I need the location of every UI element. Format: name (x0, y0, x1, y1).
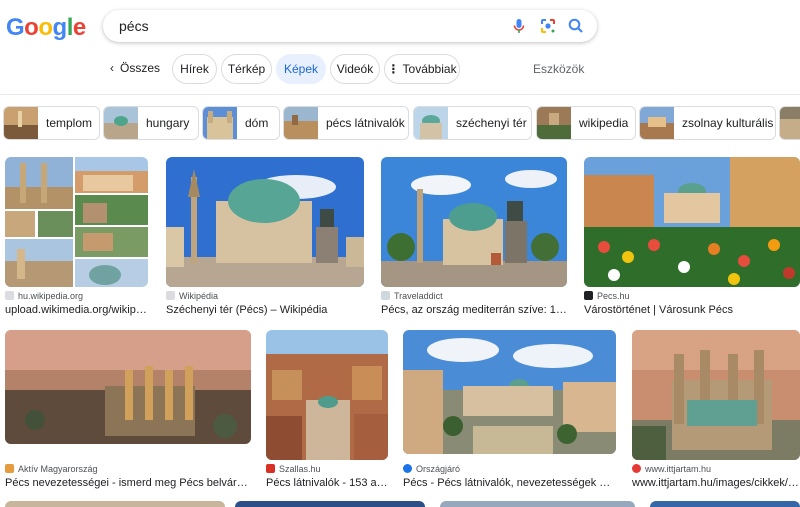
chip-thumbnail (414, 107, 448, 139)
result-source-label: Wikipédia (179, 291, 219, 301)
header-divider (0, 94, 800, 95)
tab-tovabbiak-label: Továbbiak (402, 62, 457, 76)
orszagjaro-favicon-icon (403, 464, 412, 473)
result-title[interactable]: Várostörténet | Városunk Pécs (584, 304, 784, 316)
image-result-partial[interactable] (5, 501, 225, 507)
image-result-partial[interactable] (235, 501, 425, 507)
chip-label: dóm (245, 116, 269, 130)
result-thumbnail (403, 330, 616, 454)
tab-kepek[interactable]: Képek (276, 54, 326, 84)
result-source: Szallas.hu (266, 464, 321, 474)
result-title[interactable]: Pécs, az ország mediterrán szíve: 10 k..… (381, 304, 567, 316)
pecshu-favicon-icon (584, 291, 593, 300)
search-icon[interactable] (567, 17, 585, 35)
wikipedia-favicon-icon (166, 291, 175, 300)
chevron-left-icon: ‹ (110, 61, 114, 75)
wikipedia-favicon-icon (5, 291, 14, 300)
result-title[interactable]: Pécs látnivalók - 153 ajá... (266, 477, 388, 489)
logo-letter-e: e (72, 14, 86, 41)
result-thumbnail (632, 330, 800, 460)
result-source: Traveladdict (381, 291, 443, 301)
result-source-label: www.ittjartam.hu (645, 464, 712, 474)
chip-thumbnail (4, 107, 38, 139)
image-result[interactable]: Aktív Magyarország Pécs nevezetességei -… (5, 330, 251, 489)
traveladdict-favicon-icon (381, 291, 390, 300)
result-title[interactable]: Pécs nevezetességei - ismerd meg Pécs be… (5, 477, 251, 489)
chip-label: templom (46, 116, 93, 130)
image-result[interactable]: Traveladdict Pécs, az ország mediterrán … (381, 157, 567, 316)
result-thumbnail (584, 157, 800, 287)
chip-thumbnail (284, 107, 318, 139)
chip-dom[interactable]: dóm (202, 106, 280, 140)
chip-more[interactable] (779, 106, 800, 140)
chip-zsolnay-kulturalis[interactable]: zsolnay kulturális (639, 106, 776, 140)
chip-label: hungary (146, 116, 190, 130)
result-source: Wikipédia (166, 291, 218, 301)
chip-szechenyi-ter[interactable]: széchenyi tér (413, 106, 532, 140)
result-title[interactable]: www.ittjartam.hu/images/cikkek/105... (632, 477, 800, 489)
image-result[interactable]: Országjáró Pécs - Pécs látnivalók, nevez… (403, 330, 616, 489)
chip-label: wikipedia (579, 116, 629, 130)
result-thumbnail (266, 330, 388, 460)
image-result[interactable]: hu.wikipedia.org upload.wikimedia.org/wi… (5, 157, 150, 316)
result-source-label: Pecs.hu (597, 291, 630, 301)
image-result[interactable]: www.ittjartam.hu www.ittjartam.hu/images… (632, 330, 800, 489)
more-vert-icon: ⋮ (387, 62, 400, 76)
chip-pecs-latnivalok[interactable]: pécs látnivalók (283, 106, 409, 140)
chip-thumbnail (780, 107, 800, 139)
result-source: Országjáró (403, 464, 460, 474)
result-thumbnail (166, 157, 364, 287)
image-result[interactable]: Wikipédia Széchenyi tér (Pécs) – Wikipéd… (166, 157, 364, 316)
image-result-partial[interactable] (440, 501, 635, 507)
szallas-favicon-icon (266, 464, 275, 473)
result-thumbnail (5, 330, 251, 444)
result-source-label: Traveladdict (394, 291, 443, 301)
result-source-label: Országjáró (416, 464, 461, 474)
result-thumbnail (381, 157, 567, 287)
chip-templom[interactable]: templom (3, 106, 100, 140)
image-result[interactable]: Szallas.hu Pécs látnivalók - 153 ajá... (266, 330, 388, 489)
result-source: Pecs.hu (584, 291, 630, 301)
tab-hirek[interactable]: Hírek (172, 54, 217, 84)
chip-thumbnail (537, 107, 571, 139)
tab-videok[interactable]: Videók (330, 54, 380, 84)
chip-wikipedia[interactable]: wikipedia (536, 106, 636, 140)
logo-letter-g2: g (52, 14, 68, 41)
back-label: Összes (120, 61, 161, 75)
microphone-icon[interactable] (510, 17, 528, 35)
result-source-label: hu.wikipedia.org (18, 291, 84, 301)
logo-letter-o1: o (24, 14, 39, 41)
search-input[interactable]: pécs (119, 18, 149, 34)
result-source-label: Aktív Magyarország (18, 464, 98, 474)
result-source: www.ittjartam.hu (632, 464, 711, 474)
chip-thumbnail (640, 107, 674, 139)
result-thumbnail (5, 157, 148, 287)
tab-terkep[interactable]: Térkép (221, 54, 272, 84)
result-title[interactable]: Pécs - Pécs látnivalók, nevezetességek »… (403, 477, 616, 489)
tools-button[interactable]: Eszközök (533, 62, 584, 76)
tab-tovabbiak[interactable]: ⋮ Továbbiak (384, 54, 460, 84)
search-box[interactable]: pécs (103, 10, 597, 42)
google-logo[interactable]: Google (6, 14, 86, 42)
result-source: hu.wikipedia.org (5, 291, 83, 301)
chip-thumbnail (104, 107, 138, 139)
logo-letter-o2: o (38, 14, 53, 41)
back-link[interactable]: ‹ Összes (110, 61, 160, 75)
chip-hungary[interactable]: hungary (103, 106, 199, 140)
lens-icon[interactable] (539, 17, 557, 35)
result-title[interactable]: upload.wikimedia.org/wikipe... (5, 304, 150, 316)
ittjartam-favicon-icon (632, 464, 641, 473)
chip-thumbnail (203, 107, 237, 139)
result-title[interactable]: Széchenyi tér (Pécs) – Wikipédia (166, 304, 364, 316)
chip-label: széchenyi tér (456, 116, 527, 130)
result-source: Aktív Magyarország (5, 464, 98, 474)
result-source-label: Szallas.hu (279, 464, 321, 474)
image-result[interactable]: Pecs.hu Várostörténet | Városunk Pécs (584, 157, 800, 316)
chip-label: zsolnay kulturális (682, 116, 774, 130)
chip-label: pécs látnivalók (326, 116, 405, 130)
image-result-partial[interactable] (650, 501, 800, 507)
logo-letter-g: G (6, 14, 25, 41)
aktiv-favicon-icon (5, 464, 14, 473)
